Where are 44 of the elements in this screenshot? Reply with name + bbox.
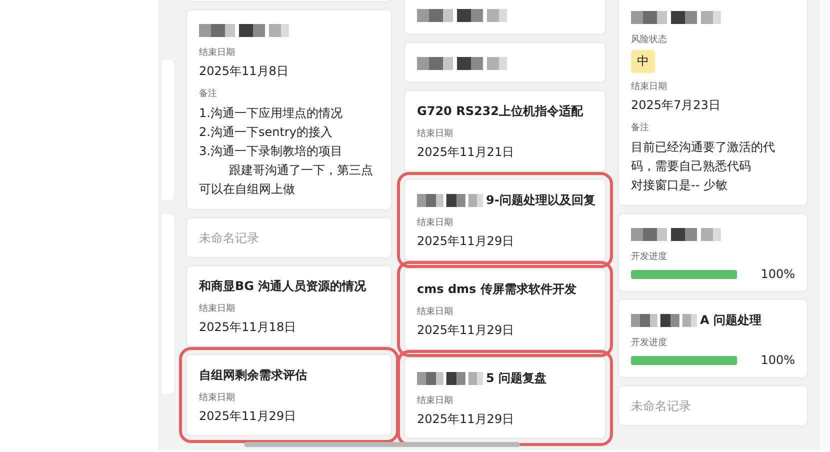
task-card[interactable]: 结束日期 2025年11月8日 备注 1.沟通一下应用埋点的情况 2.沟通一下sentry的接入 3.沟通一下录制教培的项目 跟建哥沟通了一下，第三点可以在自组网上做 <box>186 9 392 210</box>
card-title: G720 RS232上位机指令适配 <box>417 102 584 120</box>
field-label: 结束日期 <box>417 216 454 229</box>
progress-reading: 100% <box>760 267 795 281</box>
card-title: 9-问题处理以及回复 <box>486 192 596 208</box>
end-date: 2025年11月29日 <box>417 233 516 250</box>
field-label: 结束日期 <box>199 302 236 315</box>
field-label: 备注 <box>631 122 650 134</box>
card-title: A 问题处理 <box>700 312 762 328</box>
field-label: 结束日期 <box>417 394 454 407</box>
card-title: 5 问题复盘 <box>486 370 547 386</box>
task-card[interactable]: 开发进度 100% <box>618 213 808 292</box>
field-label: 结束日期 <box>199 46 236 59</box>
end-date: 2025年7月23日 <box>631 97 722 114</box>
scrollbar-thumb[interactable] <box>244 442 520 447</box>
card-title: 未命名记录 <box>631 398 691 414</box>
progress-reading: 100% <box>760 353 795 367</box>
end-date: 2025年11月29日 <box>417 411 516 428</box>
card-title: 和商显BG 沟通人员资源的情况 <box>199 278 366 294</box>
end-date: 2025年11月29日 <box>417 322 516 339</box>
card-title: 自组网剩余需求评估 <box>199 366 307 384</box>
field-label: 结束日期 <box>631 80 668 93</box>
field-label: 风险状态 <box>631 34 668 46</box>
field-label: 结束日期 <box>417 128 454 140</box>
note-text: 1.沟通一下应用埋点的情况 2.沟通一下sentry的接入 3.沟通一下录制教培的项目 跟建哥沟通了一下，第三点可以在自组网上做 <box>199 105 374 198</box>
end-date: 2025年11月29日 <box>199 408 298 425</box>
field-label: 结束日期 <box>417 306 454 318</box>
end-date: 2025年11月8日 <box>199 63 290 80</box>
end-date: 2025年11月21日 <box>417 144 516 161</box>
task-card[interactable]: A 问题处理 开发进度 100% <box>618 299 808 378</box>
task-card[interactable] <box>404 0 606 35</box>
end-date: 2025年11月18日 <box>199 319 298 336</box>
field-label: 开发进度 <box>631 250 668 263</box>
field-label: 开发进度 <box>631 336 668 349</box>
task-card[interactable]: G720 RS232上位机指令适配 结束日期 2025年11月21日 <box>404 90 606 172</box>
field-label: 备注 <box>199 88 218 100</box>
card-title: 未命名记录 <box>199 230 259 246</box>
task-card[interactable] <box>404 42 606 83</box>
note-text: 目前已经沟通要了激活的代码，需要自己熟悉代码 对接窗口是-- 少敏 <box>631 139 776 194</box>
card-title: cms dms 传屏需求软件开发 <box>417 280 576 298</box>
field-label: 结束日期 <box>199 392 236 404</box>
task-card[interactable]: 风险状态 中 结束日期 2025年7月23日 备注 目前已经沟通要了激活的代码，需要自己熟悉代码 对接窗口是-- 少敏 <box>618 0 808 206</box>
risk-tag: 中 <box>631 50 655 73</box>
task-card[interactable]: 和商显BG 沟通人员资源的情况 结束日期 2025年11月18日 <box>186 265 392 347</box>
